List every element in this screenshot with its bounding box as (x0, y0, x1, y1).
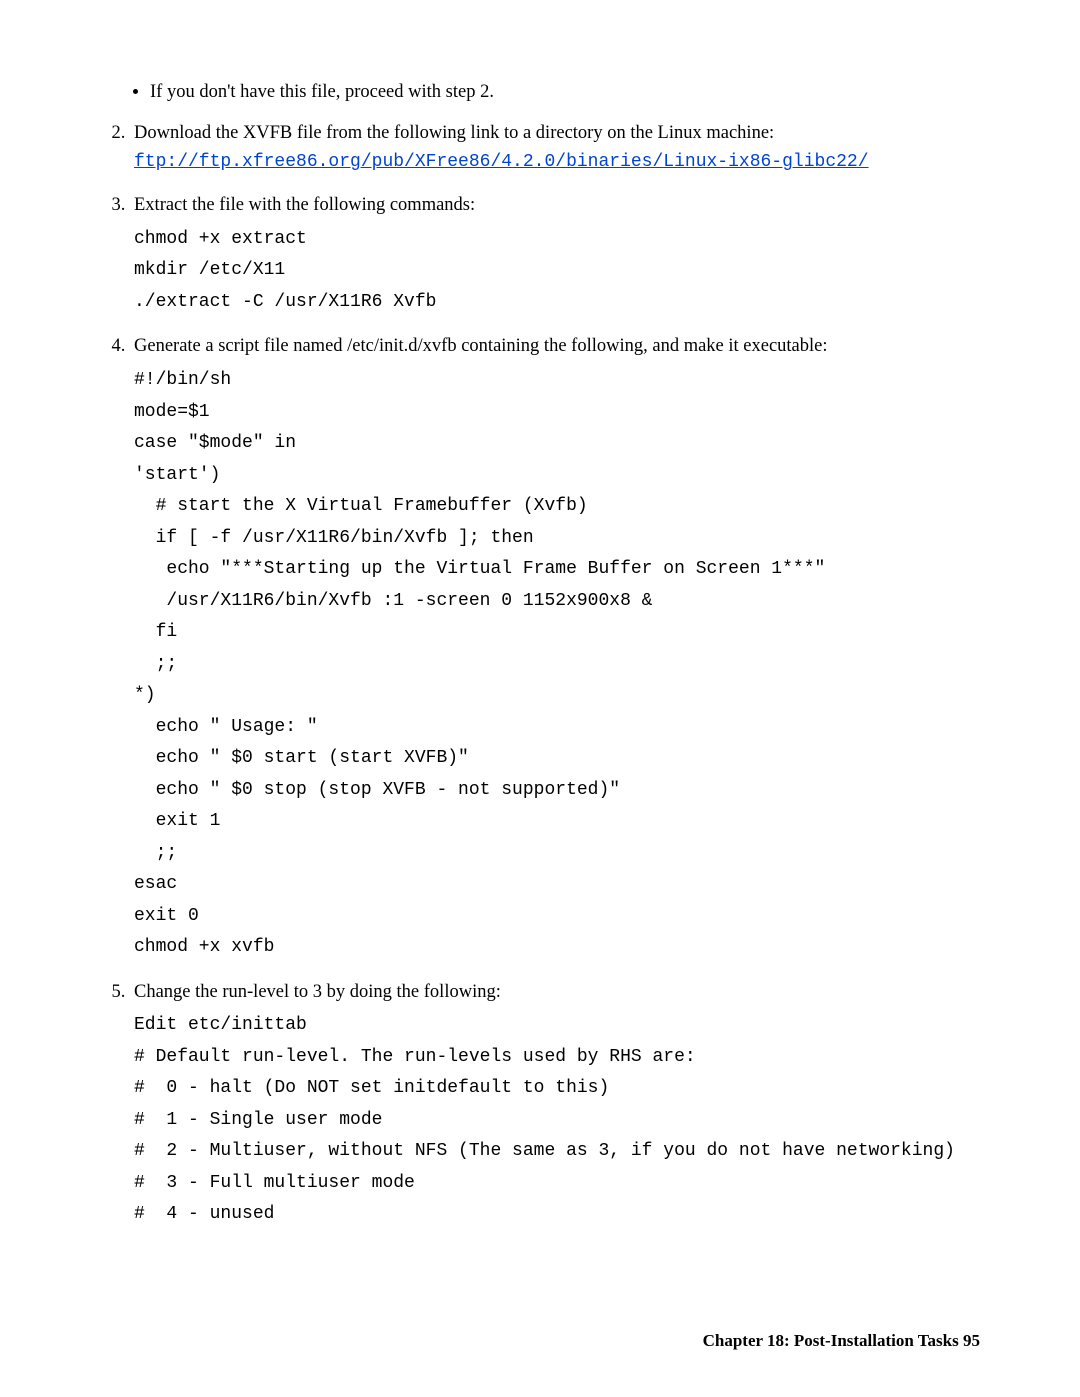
step-2-text: Download the XVFB file from the followin… (134, 123, 774, 143)
step-3: Extract the file with the following comm… (130, 191, 980, 318)
content-area: If you don't have this file, proceed wit… (100, 78, 980, 1231)
step-5: Change the run-level to 3 by doing the f… (130, 978, 980, 1231)
bullet-item: If you don't have this file, proceed wit… (150, 78, 980, 107)
step-4-text: Generate a script file named /etc/init.d… (134, 336, 828, 356)
step-3-code: chmod +x extractmkdir /etc/X11./extract … (134, 224, 980, 319)
document-page: If you don't have this file, proceed wit… (0, 0, 1080, 1397)
ordered-steps: Download the XVFB file from the followin… (100, 119, 980, 1231)
step-3-text: Extract the file with the following comm… (134, 195, 475, 215)
step-5-code: Edit etc/inittab # Default run-level. Th… (134, 1010, 980, 1231)
continuation-bullet-list: If you don't have this file, proceed wit… (100, 78, 980, 107)
step-4: Generate a script file named /etc/init.d… (130, 332, 980, 963)
ftp-link[interactable]: ftp://ftp.xfree86.org/pub/XFree86/4.2.0/… (134, 152, 869, 172)
footer-chapter: Chapter 18: Post-Installation Tasks (703, 1331, 959, 1350)
step-4-code: #!/bin/sh mode=$1 case "$mode" in 'start… (134, 365, 980, 964)
page-footer: Chapter 18: Post-Installation Tasks 95 (703, 1331, 980, 1351)
step-5-text: Change the run-level to 3 by doing the f… (134, 982, 501, 1002)
footer-page-number: 95 (963, 1331, 980, 1350)
step-2: Download the XVFB file from the followin… (130, 119, 980, 178)
